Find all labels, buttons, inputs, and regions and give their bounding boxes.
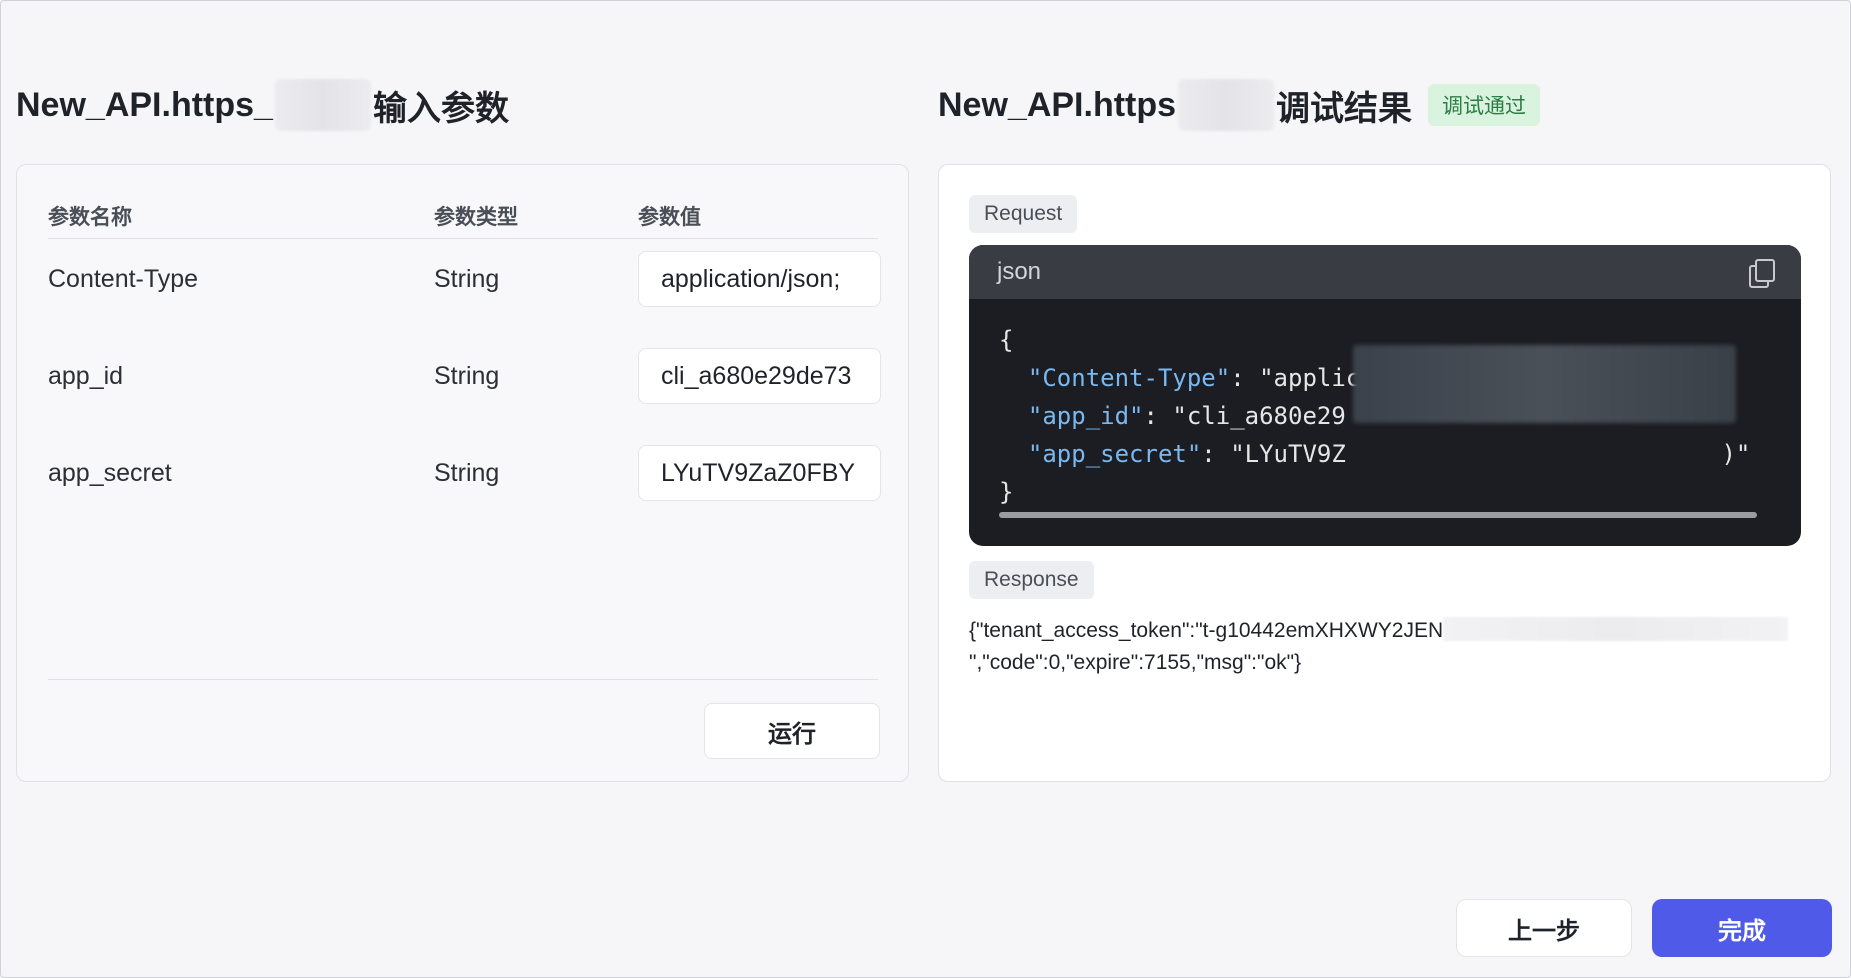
code-brace: { bbox=[999, 326, 1014, 354]
param-type: String bbox=[434, 362, 500, 390]
code-header: json bbox=[969, 245, 1801, 299]
redacted-url bbox=[274, 79, 371, 131]
code-brace: } bbox=[999, 478, 1014, 506]
result-panel: Request json { "Content-Type": "applicat… bbox=[938, 164, 1831, 782]
previous-step-button[interactable]: 上一步 bbox=[1456, 899, 1632, 957]
table-row: app_id String cli_a680e29de73 bbox=[48, 348, 881, 404]
right-title-prefix: New_API.https bbox=[938, 85, 1177, 124]
status-badge: 调试通过 bbox=[1428, 84, 1541, 126]
code-key: "Content-Type" bbox=[1027, 364, 1231, 392]
right-title-suffix: 调试结果 bbox=[1276, 89, 1413, 128]
params-panel: 参数名称 参数类型 参数值 Content-Type String applic… bbox=[16, 164, 909, 782]
response-label: Response bbox=[969, 561, 1094, 599]
dialog: New_API.https_ 输入参数 New_API.https 调试结果 调… bbox=[0, 0, 1851, 978]
code-value: "cli_a680e29 bbox=[1172, 402, 1346, 430]
response-part: ","code":0,"expire":7155,"msg":"ok"} bbox=[969, 651, 1302, 674]
input-params-title: New_API.https_ 输入参数 bbox=[16, 79, 509, 131]
param-type: String bbox=[434, 459, 500, 487]
param-type: String bbox=[434, 265, 500, 293]
left-title-prefix: New_API.https_ bbox=[16, 85, 273, 124]
debug-result-title: New_API.https 调试结果 调试通过 bbox=[938, 79, 1541, 131]
run-button[interactable]: 运行 bbox=[704, 703, 880, 759]
column-header-name: 参数名称 bbox=[48, 206, 132, 229]
left-title-suffix: 输入参数 bbox=[372, 89, 509, 128]
param-name: app_id bbox=[48, 362, 124, 390]
code-value-tail: )" bbox=[1721, 440, 1751, 468]
column-header-type: 参数类型 bbox=[434, 206, 518, 229]
code-key: "app_secret" bbox=[1027, 440, 1202, 468]
code-key: "app_id" bbox=[1027, 402, 1144, 430]
code-value: "LYuTV9Z bbox=[1230, 440, 1346, 468]
request-label: Request bbox=[969, 195, 1078, 233]
request-code-block: json { "Content-Type": "application/json… bbox=[969, 245, 1801, 546]
redacted-secret bbox=[1353, 345, 1736, 423]
params-table-header: 参数名称 参数类型 参数值 bbox=[48, 187, 878, 239]
table-row: app_secret String LYuTV9ZaZ0FBY bbox=[48, 445, 881, 501]
param-name: Content-Type bbox=[48, 265, 199, 293]
param-value-input[interactable]: LYuTV9ZaZ0FBY bbox=[638, 445, 881, 501]
param-value-input[interactable]: cli_a680e29de73 bbox=[638, 348, 881, 404]
response-part: {"tenant_access_token":"t-g10442emXHXWY2… bbox=[969, 619, 1444, 642]
copy-icon[interactable] bbox=[1749, 259, 1775, 288]
column-header-value: 参数值 bbox=[638, 206, 701, 229]
done-button[interactable]: 完成 bbox=[1652, 899, 1832, 957]
redacted-token bbox=[1443, 617, 1789, 641]
table-row: Content-Type String application/json; bbox=[48, 251, 881, 307]
response-text: {"tenant_access_token":"t-g10442emXHXWY2… bbox=[969, 615, 1804, 679]
divider bbox=[48, 679, 878, 680]
code-language: json bbox=[997, 258, 1042, 285]
horizontal-scrollbar[interactable] bbox=[999, 512, 1757, 518]
param-name: app_secret bbox=[48, 459, 172, 487]
param-value-input[interactable]: application/json; bbox=[638, 251, 881, 307]
redacted-url bbox=[1178, 79, 1275, 131]
